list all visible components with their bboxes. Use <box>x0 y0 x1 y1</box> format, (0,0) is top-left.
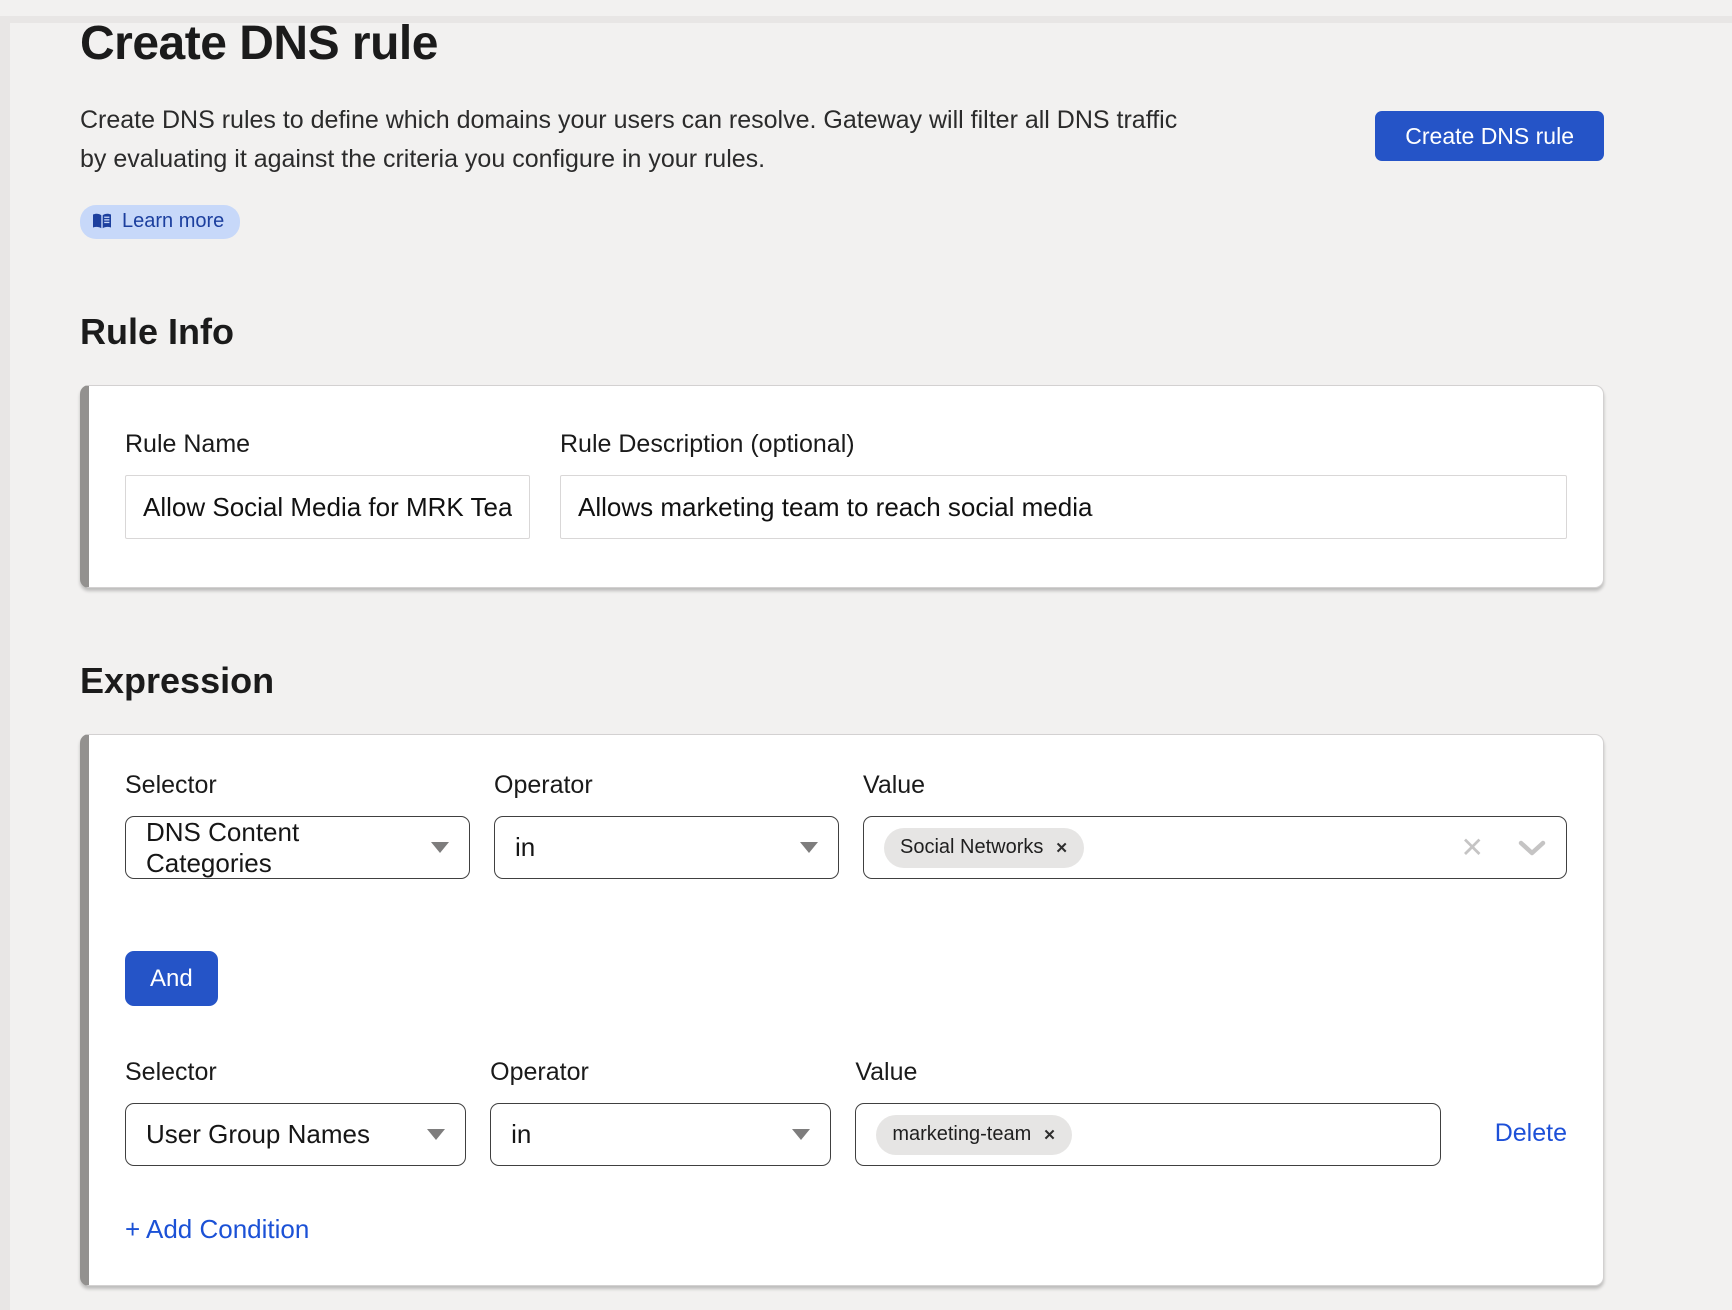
value-tag-label: marketing-team <box>892 1123 1031 1146</box>
value-tag-label: Social Networks <box>900 836 1043 859</box>
page-title: Create DNS rule <box>80 16 1604 71</box>
delete-condition-link[interactable]: Delete <box>1495 1119 1567 1148</box>
chevron-down-icon[interactable] <box>1518 839 1546 857</box>
condition-2-selector-value: User Group Names <box>146 1119 370 1150</box>
triangle-down-icon <box>431 842 449 853</box>
condition-1-value-group: Value Social Networks ✕ ✕ <box>863 771 1567 879</box>
header-row: Create DNS rules to define which domains… <box>80 101 1604 179</box>
value-label: Value <box>855 1058 1440 1087</box>
learn-more-badge[interactable]: Learn more <box>80 205 240 239</box>
rule-description-field-group: Rule Description (optional) <box>560 430 1567 539</box>
triangle-down-icon <box>427 1129 445 1140</box>
condition-row-2: Selector User Group Names Operator in <box>125 1058 1567 1166</box>
expression-section: Expression Selector DNS Content Categori… <box>80 660 1604 1286</box>
rule-name-label: Rule Name <box>125 430 530 459</box>
value-tag: marketing-team ✕ <box>876 1115 1072 1155</box>
remove-x-icon[interactable]: ✕ <box>1043 1126 1056 1144</box>
main-content: Create DNS rule Create DNS rules to defi… <box>80 16 1604 1286</box>
condition-row-1: Selector DNS Content Categories Operator… <box>125 771 1567 879</box>
rule-info-card: Rule Name Rule Description (optional) <box>80 385 1604 588</box>
condition-2-value-multiselect[interactable]: marketing-team ✕ <box>855 1103 1440 1166</box>
clear-x-icon[interactable]: ✕ <box>1461 834 1484 862</box>
rule-description-input[interactable] <box>560 475 1567 539</box>
expression-card: Selector DNS Content Categories Operator… <box>80 734 1604 1286</box>
condition-1-selector-value: DNS Content Categories <box>146 817 431 879</box>
condition-2-selector-dropdown[interactable]: User Group Names <box>125 1103 466 1166</box>
remove-x-icon[interactable]: ✕ <box>1055 839 1068 857</box>
rule-description-label: Rule Description (optional) <box>560 430 1567 459</box>
rule-name-input[interactable] <box>125 475 530 539</box>
triangle-down-icon <box>792 1129 810 1140</box>
condition-2-operator-dropdown[interactable]: in <box>490 1103 831 1166</box>
page-description: Create DNS rules to define which domains… <box>80 101 1177 179</box>
operator-label: Operator <box>494 771 839 800</box>
condition-2-value-group: Value marketing-team ✕ <box>855 1058 1440 1166</box>
value-tag: Social Networks ✕ <box>884 828 1084 868</box>
condition-2-selector-group: Selector User Group Names <box>125 1058 466 1166</box>
page-left-edge <box>0 16 10 1310</box>
add-condition-link[interactable]: + Add Condition <box>125 1214 309 1245</box>
value-label: Value <box>863 771 1567 800</box>
condition-1-operator-dropdown[interactable]: in <box>494 816 839 879</box>
create-dns-rule-button[interactable]: Create DNS rule <box>1375 111 1604 161</box>
condition-2-operator-group: Operator in <box>490 1058 831 1166</box>
condition-1-operator-value: in <box>515 832 535 863</box>
condition-1-selector-dropdown[interactable]: DNS Content Categories <box>125 816 470 879</box>
selector-label: Selector <box>125 1058 466 1087</box>
page-description-line2: by evaluating it against the criteria yo… <box>80 140 1177 179</box>
rule-name-field-group: Rule Name <box>125 430 530 539</box>
rule-info-fields: Rule Name Rule Description (optional) <box>125 430 1567 539</box>
condition-1-value-multiselect[interactable]: Social Networks ✕ ✕ <box>863 816 1567 879</box>
expression-heading: Expression <box>80 660 1604 702</box>
operator-label: Operator <box>490 1058 831 1087</box>
condition-1-selector-group: Selector DNS Content Categories <box>125 771 470 879</box>
condition-2-operator-value: in <box>511 1119 531 1150</box>
page-description-line1: Create DNS rules to define which domains… <box>80 101 1177 140</box>
learn-more-label: Learn more <box>122 210 224 233</box>
selector-label: Selector <box>125 771 470 800</box>
and-button[interactable]: And <box>125 951 218 1006</box>
rule-info-section: Rule Info Rule Name Rule Description (op… <box>80 311 1604 588</box>
rule-info-heading: Rule Info <box>80 311 1604 353</box>
triangle-down-icon <box>800 842 818 853</box>
book-icon <box>92 213 112 230</box>
condition-1-operator-group: Operator in <box>494 771 839 879</box>
